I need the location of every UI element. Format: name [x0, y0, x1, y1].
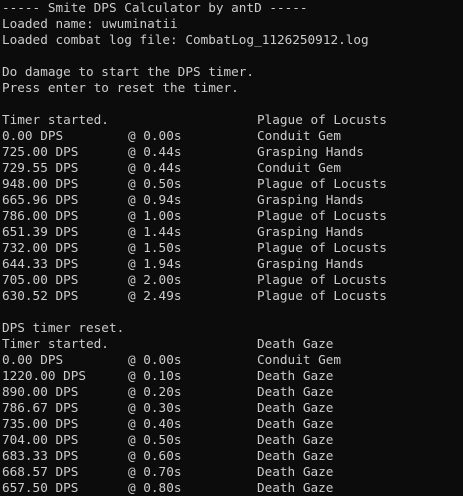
dps-value: 0.00 DPS [2, 128, 64, 143]
timer-status-ability: Death Gaze [257, 336, 334, 351]
ability-name: Death Gaze [257, 480, 334, 495]
timer-status-text: Timer started. [2, 336, 109, 351]
dps-value: 657.50 DPS [2, 480, 79, 495]
instruction-reset-line: Press enter to reset the timer. [2, 80, 239, 95]
ability-name: Death Gaze [257, 384, 334, 399]
dps-value: 644.33 DPS [2, 256, 79, 271]
dps-value: 630.52 DPS [2, 288, 79, 303]
app-title: ----- Smite DPS Calculator by antD ----- [2, 0, 308, 15]
loaded-name-line: Loaded name: uwuminatii [2, 16, 178, 31]
ability-name: Grasping Hands [257, 224, 364, 239]
dps-value: 705.00 DPS [2, 272, 79, 287]
time-value: @ 0.30s [128, 400, 182, 415]
timer-status-text: Timer started. [2, 112, 109, 127]
dps-value: 732.00 DPS [2, 240, 79, 255]
ability-name: Plague of Locusts [257, 240, 387, 255]
timer-started-line: Timer started. Plague of Locusts [2, 112, 387, 128]
dps-value: 668.57 DPS [2, 464, 79, 479]
time-value: @ 0.00s [128, 128, 182, 143]
ability-name: Plague of Locusts [257, 176, 387, 191]
ability-name: Plague of Locusts [257, 272, 387, 287]
dps-value: 683.33 DPS [2, 448, 79, 463]
time-value: @ 0.60s [128, 448, 182, 463]
ability-name: Grasping Hands [257, 256, 364, 271]
dps-value: 665.96 DPS [2, 192, 79, 207]
dps-value: 890.00 DPS [2, 384, 79, 399]
ability-name: Death Gaze [257, 400, 334, 415]
time-value: @ 0.44s [128, 160, 182, 175]
ability-name: Death Gaze [257, 432, 334, 447]
dps-value: 735.00 DPS [2, 416, 79, 431]
ability-name: Death Gaze [257, 448, 334, 463]
time-value: @ 0.70s [128, 464, 182, 479]
ability-name: Death Gaze [257, 368, 334, 383]
timer-status-ability: Plague of Locusts [257, 112, 387, 127]
console-output: ----- Smite DPS Calculator by antD -----… [0, 0, 463, 496]
time-value: @ 1.44s [128, 224, 182, 239]
dps-value: 729.55 DPS [2, 160, 79, 175]
time-value: @ 0.94s [128, 192, 182, 207]
ability-name: Death Gaze [257, 416, 334, 431]
dps-value: 725.00 DPS [2, 144, 79, 159]
timer-started-line: Timer started. Death Gaze [2, 336, 333, 352]
ability-name: Conduit Gem [257, 160, 342, 175]
timer-reset-line: DPS timer reset. [2, 320, 125, 335]
dps-value: 704.00 DPS [2, 432, 79, 447]
time-value: @ 0.00s [128, 352, 182, 367]
time-value: @ 2.49s [128, 288, 182, 303]
dps-value: 786.00 DPS [2, 208, 79, 223]
time-value: @ 0.80s [128, 480, 182, 495]
ability-name: Grasping Hands [257, 192, 364, 207]
loaded-log-line: Loaded combat log file: CombatLog_112625… [2, 32, 369, 47]
dps-value: 0.00 DPS [2, 352, 64, 367]
time-value: @ 0.20s [128, 384, 182, 399]
ability-name: Grasping Hands [257, 144, 364, 159]
time-value: @ 0.40s [128, 416, 182, 431]
time-value: @ 0.44s [128, 144, 182, 159]
ability-name: Plague of Locusts [257, 208, 387, 223]
time-value: @ 1.00s [128, 208, 182, 223]
ability-name: Plague of Locusts [257, 288, 387, 303]
dps-value: 948.00 DPS [2, 176, 79, 191]
time-value: @ 0.50s [128, 432, 182, 447]
ability-name: Conduit Gem [257, 352, 342, 367]
dps-value: 1220.00 DPS [2, 368, 87, 383]
dps-value: 651.39 DPS [2, 224, 79, 239]
ability-name: Conduit Gem [257, 128, 342, 143]
instruction-start-line: Do damage to start the DPS timer. [2, 64, 255, 79]
ability-name: Death Gaze [257, 464, 334, 479]
time-value: @ 1.94s [128, 256, 182, 271]
dps-value: 786.67 DPS [2, 400, 79, 415]
time-value: @ 1.50s [128, 240, 182, 255]
time-value: @ 2.00s [128, 272, 182, 287]
time-value: @ 0.10s [128, 368, 182, 383]
time-value: @ 0.50s [128, 176, 182, 191]
